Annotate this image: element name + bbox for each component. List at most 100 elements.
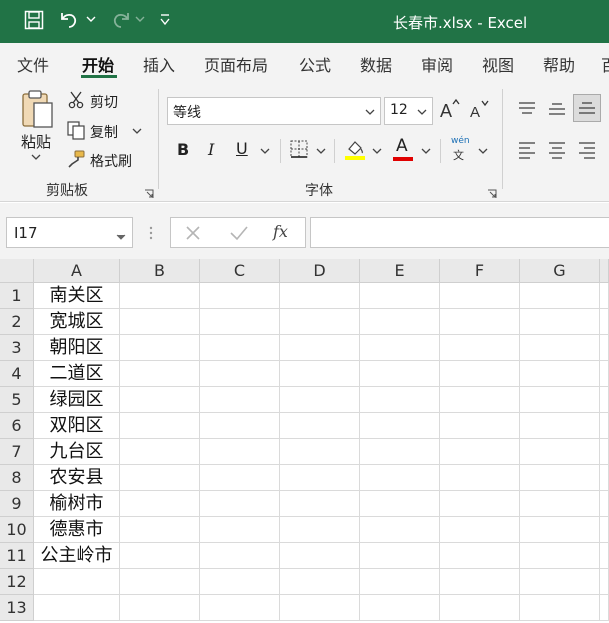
cell-d9[interactable] — [280, 491, 360, 517]
row-header[interactable]: 10 — [0, 517, 34, 543]
fill-color-dropdown-icon[interactable] — [372, 147, 382, 155]
cell-f4[interactable] — [440, 361, 520, 387]
cell-f6[interactable] — [440, 413, 520, 439]
paste-button[interactable]: 粘贴 — [21, 131, 51, 152]
font-color-button[interactable]: A — [396, 136, 408, 156]
increase-font-size-icon[interactable]: A — [439, 97, 461, 121]
tab-help[interactable]: 帮助 — [543, 52, 575, 76]
cell-e13[interactable] — [360, 595, 440, 621]
italic-button[interactable]: I — [208, 140, 214, 159]
format-painter-button[interactable]: 格式刷 — [90, 151, 132, 171]
underline-dropdown-icon[interactable] — [260, 147, 270, 155]
cell-c1[interactable] — [200, 283, 280, 309]
borders-icon[interactable] — [288, 138, 310, 160]
cell-f3[interactable] — [440, 335, 520, 361]
cell-c11[interactable] — [200, 543, 280, 569]
cell-a8[interactable]: 农安县 — [34, 465, 120, 491]
cell-e6[interactable] — [360, 413, 440, 439]
cell-g13[interactable] — [520, 595, 600, 621]
cell-a11[interactable]: 公主岭市 — [34, 543, 120, 569]
cell-b13[interactable] — [120, 595, 200, 621]
cell-f5[interactable] — [440, 387, 520, 413]
bold-button[interactable]: B — [177, 140, 189, 159]
phonetic-bottom-label[interactable]: 文 — [453, 147, 464, 163]
cell-a12[interactable] — [34, 569, 120, 595]
underline-button[interactable]: U — [236, 139, 248, 158]
column-header-c[interactable]: C — [200, 259, 280, 283]
column-header-f[interactable]: F — [440, 259, 520, 283]
row-header[interactable]: 7 — [0, 439, 34, 465]
paste-icon[interactable] — [19, 89, 55, 129]
cell-e5[interactable] — [360, 387, 440, 413]
cell-b9[interactable] — [120, 491, 200, 517]
cell-c4[interactable] — [200, 361, 280, 387]
tab-baidu[interactable]: 百 — [601, 52, 609, 76]
row-header[interactable]: 1 — [0, 283, 34, 309]
cell-d1[interactable] — [280, 283, 360, 309]
cell-a4[interactable]: 二道区 — [34, 361, 120, 387]
redo-icon[interactable] — [108, 10, 132, 30]
cell-g11[interactable] — [520, 543, 600, 569]
row-header[interactable]: 5 — [0, 387, 34, 413]
row-header[interactable]: 13 — [0, 595, 34, 621]
cell-f8[interactable] — [440, 465, 520, 491]
tab-home[interactable]: 开始 — [82, 52, 114, 76]
cell-c9[interactable] — [200, 491, 280, 517]
cell-c12[interactable] — [200, 569, 280, 595]
cell-b4[interactable] — [120, 361, 200, 387]
cell-g2[interactable] — [520, 309, 600, 335]
cell-e3[interactable] — [360, 335, 440, 361]
row-header[interactable]: 8 — [0, 465, 34, 491]
cell-f7[interactable] — [440, 439, 520, 465]
paste-dropdown-icon[interactable] — [31, 153, 41, 161]
row-header[interactable]: 11 — [0, 543, 34, 569]
cell-a13[interactable] — [34, 595, 120, 621]
decrease-font-size-icon[interactable]: A — [469, 97, 491, 121]
cell-e10[interactable] — [360, 517, 440, 543]
tab-review[interactable]: 审阅 — [421, 52, 453, 76]
formula-input[interactable] — [310, 217, 609, 248]
font-size-dropdown-icon[interactable] — [417, 104, 427, 120]
cell-d7[interactable] — [280, 439, 360, 465]
name-box[interactable]: I17 — [6, 217, 133, 248]
column-header-overflow[interactable] — [600, 259, 609, 283]
font-name-dropdown-icon[interactable] — [365, 104, 375, 120]
cell-b12[interactable] — [120, 569, 200, 595]
cell-f1[interactable] — [440, 283, 520, 309]
cell-g1[interactable] — [520, 283, 600, 309]
cut-icon[interactable] — [67, 91, 85, 109]
cell-overflow[interactable] — [600, 439, 609, 465]
insert-function-button[interactable]: fx — [273, 222, 288, 241]
column-header-a[interactable]: A — [34, 259, 120, 283]
cell-d13[interactable] — [280, 595, 360, 621]
cell-d3[interactable] — [280, 335, 360, 361]
customize-quick-access-icon[interactable] — [159, 13, 171, 27]
cell-f2[interactable] — [440, 309, 520, 335]
cell-a7[interactable]: 九台区 — [34, 439, 120, 465]
cell-b11[interactable] — [120, 543, 200, 569]
row-header[interactable]: 9 — [0, 491, 34, 517]
clipboard-launcher-icon[interactable] — [144, 184, 154, 203]
row-header[interactable]: 4 — [0, 361, 34, 387]
fill-color-icon[interactable] — [343, 137, 367, 161]
enter-icon[interactable] — [229, 224, 249, 246]
format-painter-icon[interactable] — [66, 149, 86, 169]
copy-dropdown-icon[interactable] — [132, 127, 142, 135]
cell-overflow[interactable] — [600, 387, 609, 413]
redo-dropdown-icon[interactable] — [135, 15, 145, 23]
cell-g9[interactable] — [520, 491, 600, 517]
phonetic-top-label[interactable]: wén — [451, 136, 470, 146]
cell-a9[interactable]: 榆树市 — [34, 491, 120, 517]
copy-icon[interactable] — [66, 120, 86, 140]
cell-overflow[interactable] — [600, 543, 609, 569]
cell-e7[interactable] — [360, 439, 440, 465]
cell-f13[interactable] — [440, 595, 520, 621]
cell-a2[interactable]: 宽城区 — [34, 309, 120, 335]
cell-a6[interactable]: 双阳区 — [34, 413, 120, 439]
cell-a3[interactable]: 朝阳区 — [34, 335, 120, 361]
cell-g6[interactable] — [520, 413, 600, 439]
cell-b7[interactable] — [120, 439, 200, 465]
font-size-combo[interactable]: 12 — [384, 97, 433, 125]
cell-overflow[interactable] — [600, 517, 609, 543]
cell-b5[interactable] — [120, 387, 200, 413]
